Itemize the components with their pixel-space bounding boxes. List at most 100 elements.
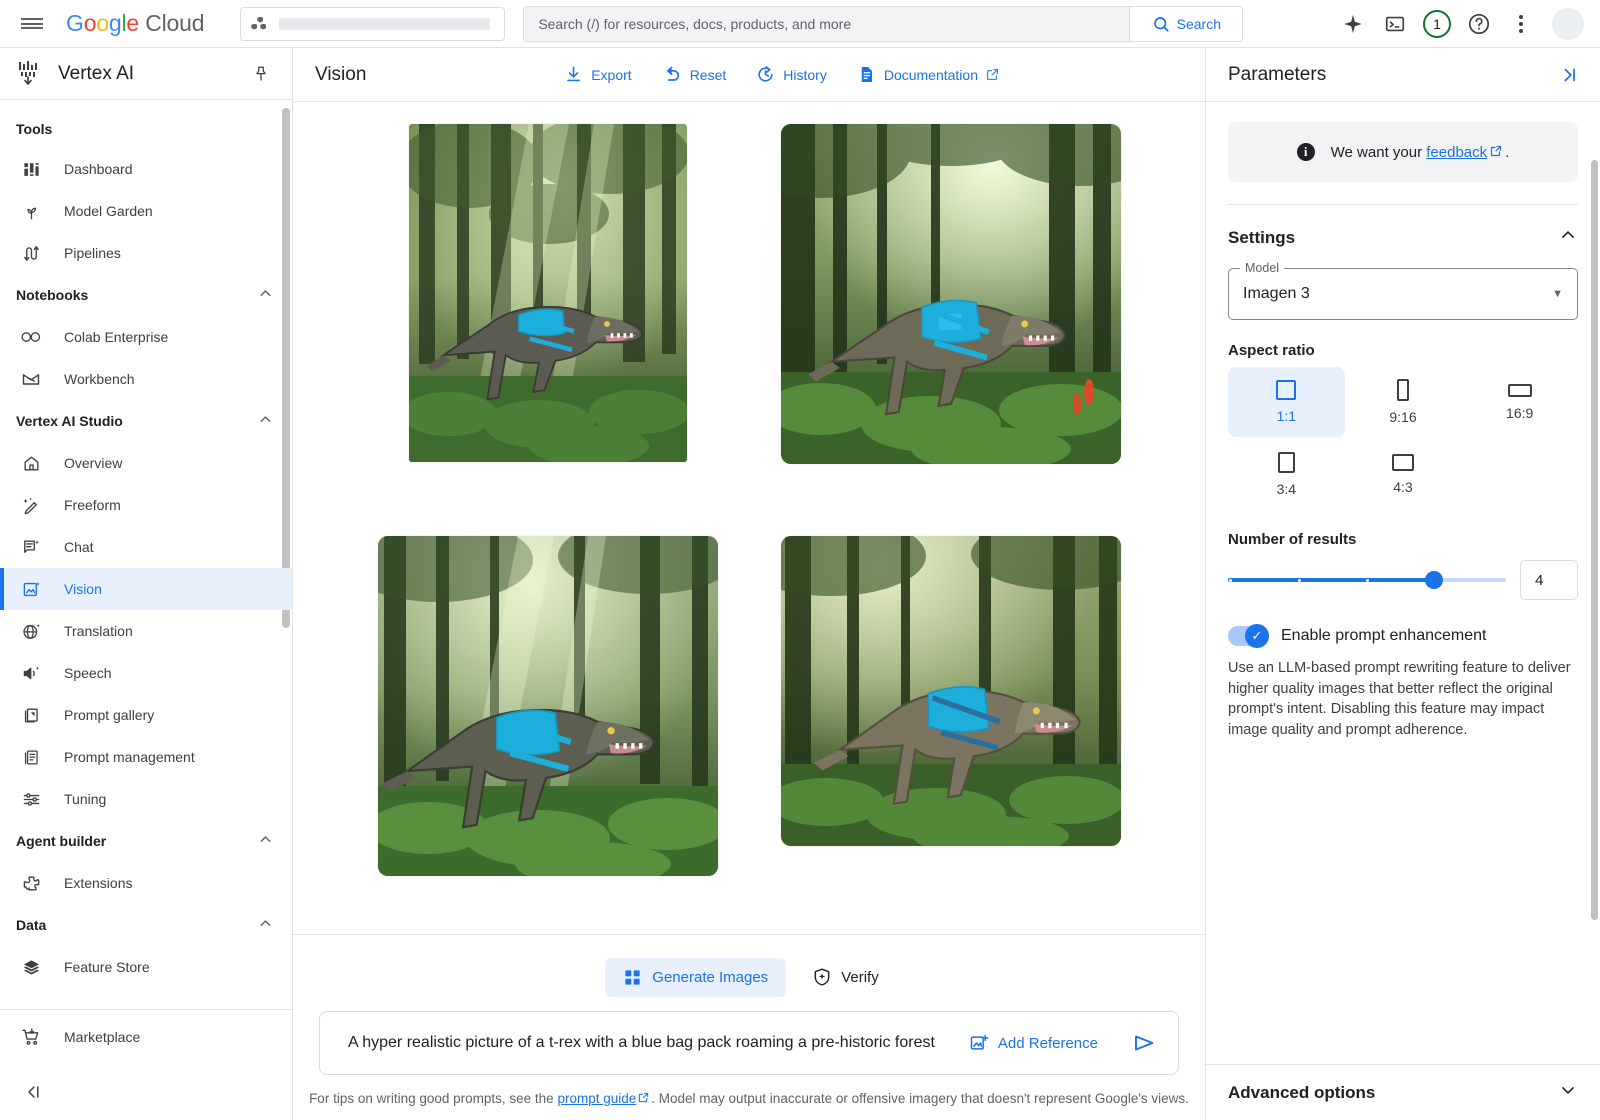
landscape-shape-icon [1392,454,1414,471]
project-picker[interactable] [240,7,505,41]
global-search: Search [523,6,1243,42]
sidebar-item-marketplace[interactable]: Marketplace [0,1010,292,1064]
send-prompt-button[interactable] [1124,1023,1164,1063]
sidebar-item-dashboard[interactable]: Dashboard [0,148,276,190]
generated-image-2[interactable] [781,124,1121,464]
sidebar-item-prompt-gallery[interactable]: Prompt gallery [0,694,276,736]
avatar[interactable] [1552,8,1584,40]
vertex-ai-logo-icon [14,60,44,88]
sidebar-item-chat[interactable]: Chat [0,526,276,568]
sidebar-item-overview[interactable]: Overview [0,442,276,484]
aspect-ratio-9-16[interactable]: 9:16 [1345,367,1462,437]
sidebar-item-feature-store[interactable]: Feature Store [0,946,276,988]
sidebar-item-freeform[interactable]: Freeform [0,484,276,526]
generated-image-4[interactable] [781,536,1121,846]
google-cloud-logo[interactable]: Google Cloud [66,10,204,37]
sidebar-bottom: Marketplace [0,1009,292,1120]
search-button[interactable]: Search [1129,7,1242,41]
gemini-sparkle-icon[interactable] [1334,5,1372,43]
sidebar-item-label: Marketplace [64,1029,140,1045]
sidebar-section-vertex-ai-studio[interactable]: Vertex AI Studio [0,400,292,442]
aspect-ratio-3-4[interactable]: 3:4 [1228,439,1345,509]
download-icon [564,65,583,84]
prompt-enhancement-help: Use an LLM-based prompt rewriting featur… [1228,658,1578,740]
sidebar-section-notebooks[interactable]: Notebooks [0,274,292,316]
collapse-left-icon [24,1082,44,1102]
toolbar-actions: Export Reset [554,58,1185,92]
sidebar-section-label: Data [16,917,46,933]
more-options-icon[interactable] [1502,5,1540,43]
chevron-up-icon [1558,225,1578,250]
aspect-ratio-16-9[interactable]: 16:9 [1461,367,1578,437]
shield-sparkle-icon [812,967,832,987]
feedback-link[interactable]: feedback [1426,144,1487,161]
notifications-button[interactable]: 1 [1418,5,1456,43]
sidebar-item-pipelines[interactable]: Pipelines [0,232,276,274]
number-of-results-control: 4 [1228,560,1578,600]
generated-image-3[interactable] [378,536,718,876]
model-value: Imagen 3 [1243,285,1310,303]
main-content: Vision Export [293,48,1205,1120]
sidebar-item-vision[interactable]: Vision [0,568,292,610]
history-button[interactable]: History [746,58,837,91]
sidebar-item-label: Model Garden [64,203,153,219]
documentation-link[interactable]: Documentation [847,58,1009,91]
number-of-results-label: Number of results [1228,531,1578,548]
slider-knob[interactable] [1425,571,1443,589]
sidebar-section-label: Vertex AI Studio [16,413,123,429]
settings-section-header[interactable]: Settings [1228,205,1578,264]
prompt-input-container: Add Reference [319,1011,1179,1075]
sidebar-item-workbench[interactable]: Workbench [0,358,276,400]
footnote-before: For tips on writing good prompts, see th… [309,1091,557,1106]
number-of-results-slider[interactable] [1228,569,1506,591]
generate-images-button[interactable]: Generate Images [605,958,786,997]
documentation-label: Documentation [884,67,978,83]
notification-badge: 1 [1423,10,1451,38]
reset-button[interactable]: Reset [652,58,737,92]
number-of-results-value[interactable]: 4 [1520,560,1578,600]
page-title: Vision [315,64,366,86]
parameters-scrollbar[interactable] [1591,160,1598,920]
sidebar-item-extensions[interactable]: Extensions [0,862,276,904]
sidebar-scrollbar[interactable] [282,108,290,628]
external-link-icon [986,68,999,81]
feedback-text: We want your feedback. [1331,144,1510,161]
prompt-input[interactable] [348,1034,943,1052]
chevron-up-icon [257,411,274,431]
sidebar-header: Vertex AI [0,48,292,100]
sidebar-item-tuning[interactable]: Tuning [0,778,276,820]
generated-image-1[interactable] [409,124,687,462]
prompt-enhancement-toggle[interactable]: ✓ [1228,626,1268,646]
model-select[interactable]: Model Imagen 3 ▼ [1228,268,1578,320]
help-icon[interactable] [1460,5,1498,43]
result-cell [378,536,718,876]
prompt-enhancement-row: ✓ Enable prompt enhancement [1228,626,1578,646]
result-cell [781,536,1121,846]
sidebar-item-translation[interactable]: Translation [0,610,276,652]
prompt-action-row: Generate Images Verify [293,945,1205,1011]
search-input[interactable] [524,7,1129,41]
dashboard-icon [20,160,42,179]
sidebar-item-prompt-management[interactable]: Prompt management [0,736,276,778]
magic-pencil-icon [20,496,42,515]
sidebar-section-agent-builder[interactable]: Agent builder [0,820,292,862]
add-reference-button[interactable]: Add Reference [959,1025,1108,1061]
sidebar-collapse-button[interactable] [0,1064,292,1120]
advanced-options-section[interactable]: Advanced options [1206,1064,1600,1120]
sidebar-item-label: Prompt management [64,749,195,765]
sidebar-item-speech[interactable]: Speech [0,652,276,694]
prompt-guide-link[interactable]: prompt guide [557,1091,636,1106]
sidebar-item-model-garden[interactable]: Model Garden [0,190,276,232]
pin-icon[interactable] [246,59,276,89]
cloud-shell-icon[interactable] [1376,5,1414,43]
image-sparkle-icon [20,580,42,599]
aspect-ratio-1-1[interactable]: 1:1 [1228,367,1345,437]
sidebar-product-title: Vertex AI [58,63,134,85]
sidebar-item-colab-enterprise[interactable]: Colab Enterprise [0,316,276,358]
verify-button[interactable]: Verify [798,957,893,997]
sidebar-section-data[interactable]: Data [0,904,292,946]
aspect-ratio-4-3[interactable]: 4:3 [1345,439,1462,509]
panel-collapse-icon[interactable] [1552,58,1586,92]
export-button[interactable]: Export [554,58,641,91]
main-menu-icon[interactable] [12,4,52,44]
